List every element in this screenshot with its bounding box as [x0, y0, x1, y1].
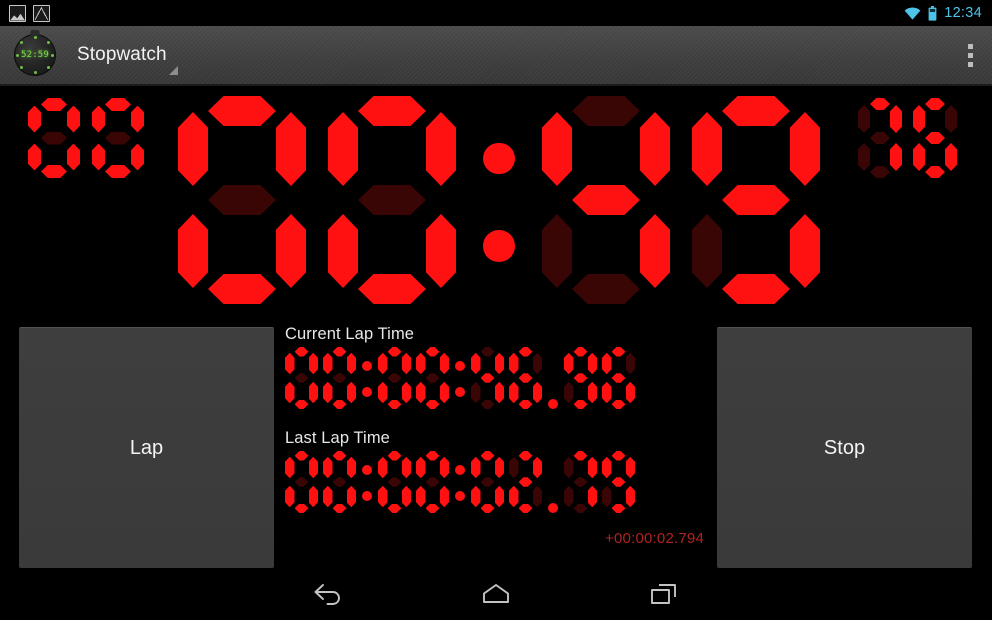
status-bar-clock: 12:34 — [944, 5, 982, 21]
tick-mark — [47, 41, 50, 44]
status-bar-system: 12:34 — [904, 5, 992, 21]
seven-segment-digit — [602, 347, 635, 409]
action-bar: 52:59 Stopwatch — [0, 26, 992, 86]
seven-segment-digit — [178, 96, 306, 304]
back-icon[interactable] — [273, 568, 383, 620]
main-timer-minutes-seconds — [178, 96, 842, 304]
seven-segment-digit — [509, 451, 542, 513]
status-bar-notifications — [0, 4, 50, 22]
seven-segment-digit — [416, 451, 449, 513]
app-icon-lcd-text: 52:59 — [20, 50, 50, 60]
lap-button-label: Lap — [129, 436, 164, 459]
main-timer-hundredths — [858, 98, 968, 178]
seven-segment-digit — [913, 98, 957, 178]
seven-segment-colon — [361, 347, 373, 409]
seven-segment-colon — [361, 451, 373, 513]
seven-segment-digit — [564, 347, 597, 409]
seven-segment-decimal-point — [547, 347, 559, 409]
stop-button-label: Stop — [823, 436, 866, 459]
seven-segment-digit — [323, 451, 356, 513]
tick-mark — [33, 36, 37, 39]
lap-button[interactable]: Lap — [19, 327, 274, 568]
lap-delta-value: +00:00:02.794 — [605, 530, 704, 547]
tick-mark — [51, 53, 54, 57]
overflow-menu-icon[interactable] — [967, 43, 973, 67]
caret-icon[interactable] — [168, 66, 178, 75]
home-icon[interactable] — [441, 568, 551, 620]
seven-segment-digit — [858, 98, 902, 178]
seven-segment-digit — [92, 98, 144, 178]
gmail-icon — [33, 4, 50, 22]
overflow-dot — [967, 52, 973, 58]
main-timer-display — [0, 86, 992, 318]
seven-segment-digit — [692, 96, 820, 304]
seven-segment-digit — [564, 451, 597, 513]
page-title: Stopwatch — [77, 44, 167, 65]
stopwatch-app-icon[interactable]: 52:59 — [14, 30, 56, 76]
recent-apps-icon[interactable] — [609, 568, 719, 620]
screenshot-icon — [9, 4, 26, 22]
seven-segment-digit — [285, 451, 318, 513]
seven-segment-digit — [602, 451, 635, 513]
last-lap-value — [285, 451, 705, 519]
overflow-dot — [967, 61, 973, 67]
last-lap-label: Last Lap Time — [285, 429, 390, 447]
seven-segment-colon — [478, 96, 520, 304]
tick-mark — [20, 41, 23, 44]
seven-segment-decimal-point — [547, 451, 559, 513]
wifi-icon — [904, 6, 921, 20]
lap-times-panel: Current Lap Time Last Lap Time +00:00:02… — [285, 325, 705, 567]
seven-segment-digit — [471, 347, 504, 409]
seven-segment-colon — [454, 451, 466, 513]
tick-mark — [16, 53, 19, 57]
main-timer-hours — [28, 98, 156, 178]
seven-segment-digit — [416, 347, 449, 409]
current-lap-label: Current Lap Time — [285, 325, 415, 343]
seven-segment-digit — [28, 98, 80, 178]
current-lap-value — [285, 347, 705, 415]
seven-segment-digit — [509, 347, 542, 409]
seven-segment-digit — [378, 451, 411, 513]
seven-segment-colon — [454, 347, 466, 409]
overflow-dot — [967, 43, 973, 49]
seven-segment-digit — [378, 347, 411, 409]
tick-mark — [47, 66, 50, 69]
tick-mark — [33, 71, 37, 74]
stop-button[interactable]: Stop — [717, 327, 972, 568]
tick-mark — [20, 66, 23, 69]
stopwatch-app-screen: 12:34 52:59 Stopwatch Lap Current Lap Ti… — [0, 0, 992, 620]
seven-segment-digit — [471, 451, 504, 513]
seven-segment-digit — [542, 96, 670, 304]
battery-icon — [928, 5, 937, 21]
status-bar: 12:34 — [0, 0, 992, 26]
navigation-bar — [0, 568, 992, 620]
seven-segment-digit — [328, 96, 456, 304]
seven-segment-digit — [285, 347, 318, 409]
seven-segment-digit — [323, 347, 356, 409]
